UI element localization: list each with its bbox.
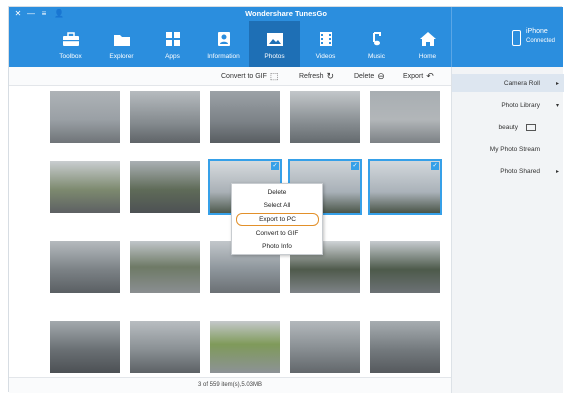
nav-explorer[interactable]: Explorer: [96, 21, 147, 67]
menu-item-delete[interactable]: Delete: [232, 186, 322, 199]
photo-thumbnail[interactable]: [50, 321, 120, 373]
checkmark-icon: ✓: [351, 162, 359, 170]
nav-label: Music: [368, 53, 385, 60]
refresh-button[interactable]: Refresh ↻: [299, 67, 334, 86]
nav-label: Toolbox: [59, 53, 82, 60]
photo-thumbnail[interactable]: [370, 91, 440, 143]
chevron-right-icon: ▸: [556, 168, 560, 175]
gif-icon: ⬚: [269, 71, 279, 81]
toolbar: Convert to GIF ⬚ Refresh ↻ Delete ⊖ Expo…: [9, 67, 451, 86]
phone-icon: [512, 30, 521, 46]
refresh-icon: ↻: [326, 71, 335, 81]
device-status: Connected: [526, 38, 556, 44]
nav-information[interactable]: Information: [198, 21, 249, 67]
delete-icon: ⊖: [377, 71, 385, 81]
album-icon: [526, 123, 536, 131]
main-nav: Toolbox Explorer Apps Information Photos…: [45, 21, 453, 67]
photo-thumbnail[interactable]: [130, 241, 200, 293]
nav-videos[interactable]: Videos: [300, 21, 351, 67]
music-note-icon: [367, 30, 387, 48]
export-button[interactable]: Export ↶: [403, 67, 434, 86]
photo-thumbnail[interactable]: [370, 321, 440, 373]
sidebar-item-label: beauty: [498, 123, 518, 131]
sidebar-item-beauty[interactable]: beauty: [452, 118, 564, 136]
nav-label: Videos: [315, 53, 336, 60]
nav-label: Photos: [264, 53, 285, 60]
device-panel[interactable]: iPhone Connected: [451, 7, 563, 67]
sidebar-item-camera-roll[interactable]: Camera Roll ▸: [452, 74, 564, 92]
nav-label: Home: [418, 53, 437, 60]
photo-thumbnail[interactable]: [370, 241, 440, 293]
photo-thumbnail[interactable]: [290, 91, 360, 143]
folder-icon: [112, 30, 132, 48]
chevron-down-icon: ▾: [556, 102, 560, 109]
photo-thumbnail[interactable]: [130, 161, 200, 213]
app-window: ✕ — ≡ 👤 Wondershare TunesGo Toolbox Expl…: [8, 6, 564, 393]
home-icon: [418, 30, 438, 48]
photo-thumbnail[interactable]: [130, 321, 200, 373]
device-name: iPhone: [526, 28, 548, 35]
convert-gif-button[interactable]: Convert to GIF ⬚: [221, 67, 278, 86]
delete-button[interactable]: Delete ⊖: [354, 67, 385, 86]
film-icon: [316, 30, 336, 48]
nav-photos[interactable]: Photos: [249, 21, 300, 67]
nav-home[interactable]: Home: [402, 21, 453, 67]
convert-gif-label: Convert to GIF: [221, 73, 267, 80]
photos-icon: [265, 30, 285, 48]
refresh-label: Refresh: [299, 73, 324, 80]
menu-item-convert-to-gif[interactable]: Convert to GIF: [232, 227, 322, 240]
photo-thumbnail[interactable]: [50, 161, 120, 213]
sidebar-item-label: Photo Shared: [500, 167, 540, 175]
photo-thumbnail[interactable]: [210, 91, 280, 143]
export-icon: ↶: [426, 71, 434, 81]
status-bar: 3 of 559 item(s),5.03MB: [9, 377, 451, 393]
sidebar: Camera Roll ▸ Photo Library ▾ beauty My …: [451, 67, 564, 393]
sidebar-item-label: Camera Roll: [503, 79, 540, 87]
menu-item-photo-info[interactable]: Photo Info: [232, 240, 322, 253]
nav-label: Apps: [165, 53, 180, 60]
top-bar: ✕ — ≡ 👤 Wondershare TunesGo Toolbox Expl…: [9, 7, 563, 67]
nav-toolbox[interactable]: Toolbox: [45, 21, 96, 67]
contacts-icon: [214, 30, 234, 48]
sidebar-item-photo-library[interactable]: Photo Library ▾: [452, 96, 564, 114]
nav-music[interactable]: Music: [351, 21, 402, 67]
chevron-right-icon: ▸: [556, 80, 560, 87]
sidebar-item-my-photo-stream[interactable]: My Photo Stream: [452, 140, 564, 158]
nav-label: Explorer: [109, 53, 134, 60]
checkmark-icon: ✓: [271, 162, 279, 170]
status-text: 3 of 559 item(s),5.03MB: [197, 382, 263, 388]
menu-item-export-to-pc[interactable]: Export to PC: [236, 213, 319, 226]
photo-thumbnail[interactable]: [130, 91, 200, 143]
photo-thumbnail[interactable]: [50, 241, 120, 293]
photo-thumbnail[interactable]: [290, 321, 360, 373]
checkmark-icon: ✓: [431, 162, 439, 170]
menu-item-select-all[interactable]: Select All: [232, 199, 322, 212]
apps-icon: [163, 30, 183, 48]
delete-label: Delete: [354, 73, 375, 80]
nav-label: Information: [207, 53, 240, 60]
photo-thumbnail[interactable]: [50, 91, 120, 143]
sidebar-item-photo-shared[interactable]: Photo Shared ▸: [452, 162, 564, 180]
sidebar-item-label: My Photo Stream: [489, 145, 540, 153]
export-label: Export: [403, 73, 424, 80]
toolbox-icon: [61, 30, 81, 48]
nav-apps[interactable]: Apps: [147, 21, 198, 67]
context-menu: Delete Select All Export to PC Convert t…: [231, 183, 323, 255]
sidebar-item-label: Photo Library: [501, 101, 540, 109]
photo-thumbnail[interactable]: [210, 321, 280, 373]
photo-grid: ✓ ✓ ✓: [9, 87, 451, 377]
photo-thumbnail-selected[interactable]: ✓: [368, 159, 442, 215]
